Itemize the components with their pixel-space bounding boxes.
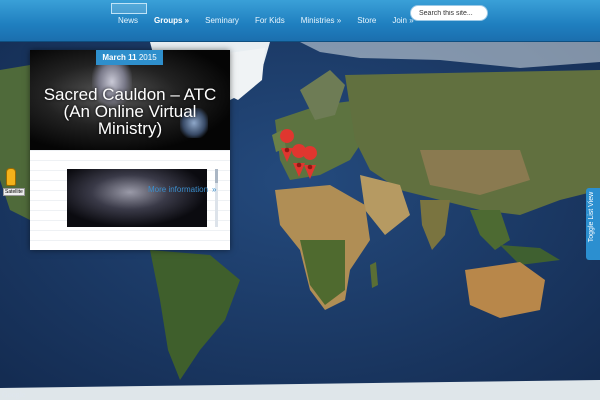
toggle-list-view-label: Toggle List View <box>588 191 595 243</box>
card-date-year: 2015 <box>138 53 157 62</box>
search-input[interactable] <box>410 5 488 21</box>
card-scrollbar-thumb[interactable] <box>215 169 218 183</box>
double-chevron-right-icon: » <box>212 185 217 194</box>
card-date-day: March 11 <box>102 53 137 62</box>
nav-item-news[interactable]: News <box>118 16 138 25</box>
street-view-pegman-icon[interactable] <box>6 168 16 186</box>
site-logo[interactable] <box>111 3 147 14</box>
nav-item-for-kids[interactable]: For Kids <box>255 16 285 25</box>
google-logo[interactable]: Google <box>2 390 26 399</box>
card-thumbnail-image[interactable] <box>67 169 207 227</box>
nav-item-groups[interactable]: Groups » <box>154 16 189 25</box>
top-navigation-bar: News Groups » Seminary For Kids Ministri… <box>0 0 600 42</box>
card-date-badge: March 11 2015 <box>96 50 163 65</box>
map-type-label[interactable]: Satellite <box>3 188 25 196</box>
card-title[interactable]: Sacred Cauldon – ATC (An Online Virtual … <box>30 86 230 137</box>
card-body <box>30 150 230 250</box>
nav-item-seminary[interactable]: Seminary <box>205 16 239 25</box>
nav-item-store[interactable]: Store <box>357 16 376 25</box>
nav-item-ministries[interactable]: Ministries » <box>301 16 341 25</box>
main-nav: News Groups » Seminary For Kids Ministri… <box>118 16 430 25</box>
more-information-link[interactable]: More information» <box>148 185 216 194</box>
event-info-card: March 11 2015 Sacred Cauldon – ATC (An O… <box>30 50 230 250</box>
more-information-label: More information <box>148 185 209 194</box>
toggle-list-view-button[interactable]: Toggle List View <box>586 188 600 260</box>
